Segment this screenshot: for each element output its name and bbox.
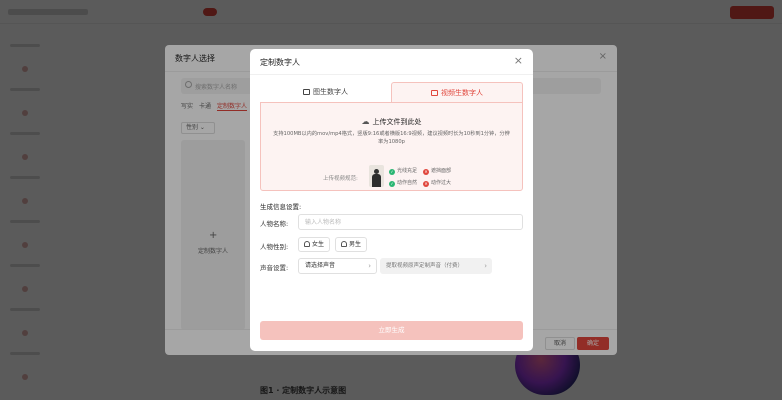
voice-label: 声音设置: [260, 264, 289, 272]
tab-video-to-avatar[interactable]: 视频生数字人 [391, 82, 523, 102]
video-icon [431, 90, 438, 96]
name-field[interactable] [298, 214, 523, 230]
name-label: 人物名称: [260, 220, 289, 228]
tab-label: 视频生数字人 [441, 89, 483, 97]
check-motion-too-large: ✕ 动作过大 [423, 179, 451, 187]
gender-female-button[interactable]: 女生 [298, 237, 331, 252]
check-text: 动作过大 [431, 180, 452, 186]
female-icon [304, 241, 310, 247]
check-text: 动作自然 [397, 180, 418, 186]
custom-avatar-dialog: 定制数字人 × 图生数字人 视频生数字人 ☁ 上传文件到此处 支持100MB以内的… [250, 49, 533, 351]
gender-male-label: 男生 [349, 241, 362, 248]
example-thumbnail [369, 165, 384, 187]
tab-label: 图生数字人 [313, 88, 348, 96]
cross-icon: ✕ [423, 181, 429, 187]
upload-dropzone[interactable]: ☁ 上传文件到此处 支持100MB以内的mov/mp4格式，竖版9:16或者横版1… [260, 102, 523, 191]
extract-voice-button[interactable]: 提取视频原声定制声音（付费） › [380, 258, 492, 274]
chevron-right-icon: › [484, 262, 487, 270]
divider [250, 74, 533, 75]
upload-description: 支持100MB以内的mov/mp4格式，竖版9:16或者横版16:9视频，建议视… [273, 131, 510, 145]
check-good-lighting: ✓ 光线充足 [389, 167, 417, 175]
check-icon: ✓ [389, 169, 395, 175]
voice-select[interactable]: 请选择声音 › [298, 258, 377, 274]
example-label: 上传视频规范: [323, 176, 358, 182]
section-title: 生成信息设置: [260, 203, 302, 211]
check-face-blocked: ✕ 遮挡面部 [423, 167, 451, 175]
voice-select-text: 请选择声音 [305, 262, 336, 269]
extract-voice-text: 提取视频原声定制声音（付费） [386, 263, 464, 269]
check-text: 光线充足 [397, 168, 418, 174]
gender-female-label: 女生 [312, 241, 325, 248]
upload-title: ☁ 上传文件到此处 [261, 117, 522, 127]
chevron-right-icon: › [368, 262, 371, 270]
image-icon [303, 89, 310, 95]
check-icon: ✓ [389, 181, 395, 187]
gender-label: 人物性别: [260, 243, 289, 251]
close-icon[interactable]: × [514, 54, 523, 67]
upload-title-text: 上传文件到此处 [372, 118, 422, 126]
tab-image-to-avatar[interactable]: 图生数字人 [260, 82, 391, 102]
gender-male-button[interactable]: 男生 [335, 237, 368, 252]
generate-button[interactable]: 立即生成 [260, 321, 523, 340]
check-natural-motion: ✓ 动作自然 [389, 179, 417, 187]
name-input[interactable] [299, 215, 522, 229]
dialog-title: 定制数字人 [260, 58, 300, 67]
check-text: 遮挡面部 [431, 168, 452, 174]
cross-icon: ✕ [423, 169, 429, 175]
male-icon [341, 241, 347, 247]
cloud-upload-icon: ☁ [361, 117, 370, 126]
